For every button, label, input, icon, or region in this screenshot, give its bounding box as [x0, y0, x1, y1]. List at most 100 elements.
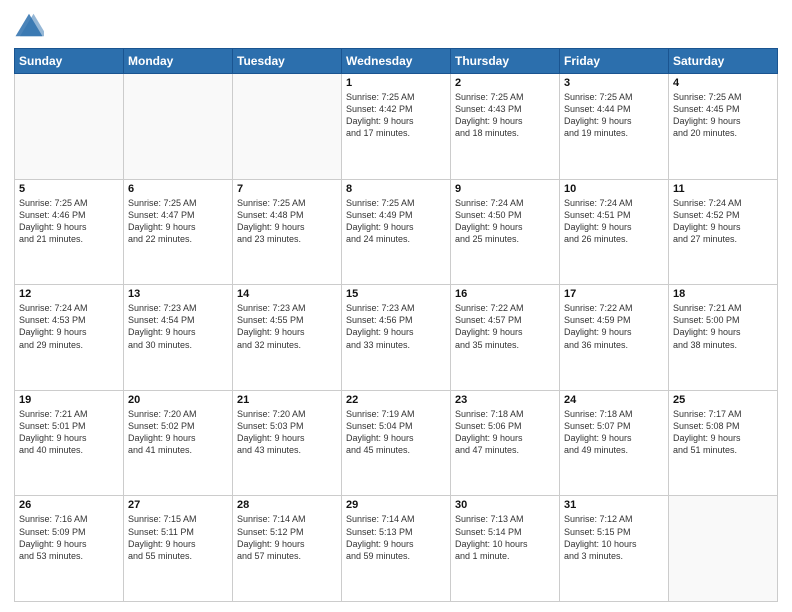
calendar-cell: 24 Sunrise: 7:18 AM Sunset: 5:07 PM Dayli…: [560, 390, 669, 496]
day-number: 18: [673, 288, 773, 300]
calendar-cell: 19Sunrise: 7:21 AM Sunset: 5:01 PM Dayli…: [15, 390, 124, 496]
day-number: 20: [128, 394, 228, 406]
day-number: 23: [455, 394, 555, 406]
day-detail: Sunrise: 7:23 AM Sunset: 4:56 PM Dayligh…: [346, 302, 446, 351]
weekday-header-saturday: Saturday: [669, 49, 778, 74]
day-number: 13: [128, 288, 228, 300]
weekday-header-thursday: Thursday: [451, 49, 560, 74]
day-number: 3: [564, 77, 664, 89]
calendar-cell: 15Sunrise: 7:23 AM Sunset: 4:56 PM Dayli…: [342, 285, 451, 391]
day-number: 7: [237, 183, 337, 195]
weekday-header-wednesday: Wednesday: [342, 49, 451, 74]
calendar-cell: 12 Sunrise: 7:24 AM Sunset: 4:53 PM Dayli…: [15, 285, 124, 391]
day-detail: Sunrise: 7:13 AM Sunset: 5:14 PM Dayligh…: [455, 513, 555, 562]
day-number: 8: [346, 183, 446, 195]
calendar-cell: 8 Sunrise: 7:25 AM Sunset: 4:49 PM Daylig…: [342, 179, 451, 285]
day-number: 6: [128, 183, 228, 195]
calendar-cell: [669, 496, 778, 602]
day-number: 17: [564, 288, 664, 300]
calendar-cell: 1Sunrise: 7:25 AM Sunset: 4:42 PM Daylig…: [342, 74, 451, 180]
day-number: 16: [455, 288, 555, 300]
day-detail: Sunrise: 7:24 AM Sunset: 4:50 PM Dayligh…: [455, 197, 555, 246]
calendar-cell: 18 Sunrise: 7:21 AM Sunset: 5:00 PM Dayli…: [669, 285, 778, 391]
week-row-0: 1Sunrise: 7:25 AM Sunset: 4:42 PM Daylig…: [15, 74, 778, 180]
day-detail: Sunrise: 7:25 AM Sunset: 4:43 PM Dayligh…: [455, 91, 555, 140]
day-number: 26: [19, 499, 119, 511]
week-row-1: 5Sunrise: 7:25 AM Sunset: 4:46 PM Daylig…: [15, 179, 778, 285]
calendar-cell: 7Sunrise: 7:25 AM Sunset: 4:48 PM Daylig…: [233, 179, 342, 285]
calendar-cell: 5Sunrise: 7:25 AM Sunset: 4:46 PM Daylig…: [15, 179, 124, 285]
calendar-cell: 17Sunrise: 7:22 AM Sunset: 4:59 PM Dayli…: [560, 285, 669, 391]
calendar-cell: [124, 74, 233, 180]
calendar-cell: 21 Sunrise: 7:20 AM Sunset: 5:03 PM Dayli…: [233, 390, 342, 496]
day-number: 12: [19, 288, 119, 300]
weekday-header-tuesday: Tuesday: [233, 49, 342, 74]
day-number: 5: [19, 183, 119, 195]
calendar-cell: 13 Sunrise: 7:23 AM Sunset: 4:54 PM Dayli…: [124, 285, 233, 391]
day-detail: Sunrise: 7:17 AM Sunset: 5:08 PM Dayligh…: [673, 408, 773, 457]
day-number: 10: [564, 183, 664, 195]
day-number: 14: [237, 288, 337, 300]
week-row-2: 12 Sunrise: 7:24 AM Sunset: 4:53 PM Dayli…: [15, 285, 778, 391]
day-detail: Sunrise: 7:18 AM Sunset: 5:06 PM Dayligh…: [455, 408, 555, 457]
calendar-cell: 2 Sunrise: 7:25 AM Sunset: 4:43 PM Daylig…: [451, 74, 560, 180]
day-detail: Sunrise: 7:15 AM Sunset: 5:11 PM Dayligh…: [128, 513, 228, 562]
logo-icon: [14, 10, 44, 40]
calendar-cell: 9 Sunrise: 7:24 AM Sunset: 4:50 PM Daylig…: [451, 179, 560, 285]
calendar-cell: [233, 74, 342, 180]
day-detail: Sunrise: 7:24 AM Sunset: 4:51 PM Dayligh…: [564, 197, 664, 246]
day-detail: Sunrise: 7:20 AM Sunset: 5:03 PM Dayligh…: [237, 408, 337, 457]
calendar-cell: [15, 74, 124, 180]
calendar-cell: 3 Sunrise: 7:25 AM Sunset: 4:44 PM Daylig…: [560, 74, 669, 180]
day-detail: Sunrise: 7:25 AM Sunset: 4:45 PM Dayligh…: [673, 91, 773, 140]
day-number: 4: [673, 77, 773, 89]
day-detail: Sunrise: 7:20 AM Sunset: 5:02 PM Dayligh…: [128, 408, 228, 457]
calendar-cell: 25Sunrise: 7:17 AM Sunset: 5:08 PM Dayli…: [669, 390, 778, 496]
day-detail: Sunrise: 7:25 AM Sunset: 4:49 PM Dayligh…: [346, 197, 446, 246]
calendar-cell: 28 Sunrise: 7:14 AM Sunset: 5:12 PM Dayli…: [233, 496, 342, 602]
calendar-cell: 26 Sunrise: 7:16 AM Sunset: 5:09 PM Dayli…: [15, 496, 124, 602]
day-detail: Sunrise: 7:25 AM Sunset: 4:42 PM Dayligh…: [346, 91, 446, 140]
day-detail: Sunrise: 7:23 AM Sunset: 4:55 PM Dayligh…: [237, 302, 337, 351]
weekday-header-monday: Monday: [124, 49, 233, 74]
day-number: 22: [346, 394, 446, 406]
calendar-cell: 11Sunrise: 7:24 AM Sunset: 4:52 PM Dayli…: [669, 179, 778, 285]
calendar-body: 1Sunrise: 7:25 AM Sunset: 4:42 PM Daylig…: [15, 74, 778, 602]
day-detail: Sunrise: 7:12 AM Sunset: 5:15 PM Dayligh…: [564, 513, 664, 562]
calendar-cell: 6Sunrise: 7:25 AM Sunset: 4:47 PM Daylig…: [124, 179, 233, 285]
calendar-cell: 16 Sunrise: 7:22 AM Sunset: 4:57 PM Dayli…: [451, 285, 560, 391]
day-detail: Sunrise: 7:25 AM Sunset: 4:44 PM Dayligh…: [564, 91, 664, 140]
calendar-cell: 4 Sunrise: 7:25 AM Sunset: 4:45 PM Daylig…: [669, 74, 778, 180]
weekday-header-friday: Friday: [560, 49, 669, 74]
calendar-cell: 14 Sunrise: 7:23 AM Sunset: 4:55 PM Dayli…: [233, 285, 342, 391]
day-number: 30: [455, 499, 555, 511]
calendar-cell: 30 Sunrise: 7:13 AM Sunset: 5:14 PM Dayli…: [451, 496, 560, 602]
calendar-cell: 22 Sunrise: 7:19 AM Sunset: 5:04 PM Dayli…: [342, 390, 451, 496]
week-row-3: 19Sunrise: 7:21 AM Sunset: 5:01 PM Dayli…: [15, 390, 778, 496]
day-detail: Sunrise: 7:21 AM Sunset: 5:01 PM Dayligh…: [19, 408, 119, 457]
calendar-cell: 23 Sunrise: 7:18 AM Sunset: 5:06 PM Dayli…: [451, 390, 560, 496]
day-detail: Sunrise: 7:19 AM Sunset: 5:04 PM Dayligh…: [346, 408, 446, 457]
day-detail: Sunrise: 7:18 AM Sunset: 5:07 PM Dayligh…: [564, 408, 664, 457]
day-number: 21: [237, 394, 337, 406]
day-detail: Sunrise: 7:14 AM Sunset: 5:13 PM Dayligh…: [346, 513, 446, 562]
header: [14, 10, 778, 40]
day-detail: Sunrise: 7:21 AM Sunset: 5:00 PM Dayligh…: [673, 302, 773, 351]
calendar-cell: 10 Sunrise: 7:24 AM Sunset: 4:51 PM Dayli…: [560, 179, 669, 285]
day-number: 24: [564, 394, 664, 406]
day-number: 31: [564, 499, 664, 511]
weekday-header-row: SundayMondayTuesdayWednesdayThursdayFrid…: [15, 49, 778, 74]
day-detail: Sunrise: 7:14 AM Sunset: 5:12 PM Dayligh…: [237, 513, 337, 562]
week-row-4: 26 Sunrise: 7:16 AM Sunset: 5:09 PM Dayli…: [15, 496, 778, 602]
calendar-cell: 27 Sunrise: 7:15 AM Sunset: 5:11 PM Dayli…: [124, 496, 233, 602]
day-detail: Sunrise: 7:22 AM Sunset: 4:57 PM Dayligh…: [455, 302, 555, 351]
day-number: 9: [455, 183, 555, 195]
day-detail: Sunrise: 7:24 AM Sunset: 4:52 PM Dayligh…: [673, 197, 773, 246]
day-number: 28: [237, 499, 337, 511]
day-detail: Sunrise: 7:23 AM Sunset: 4:54 PM Dayligh…: [128, 302, 228, 351]
day-number: 2: [455, 77, 555, 89]
day-detail: Sunrise: 7:24 AM Sunset: 4:53 PM Dayligh…: [19, 302, 119, 351]
day-detail: Sunrise: 7:16 AM Sunset: 5:09 PM Dayligh…: [19, 513, 119, 562]
calendar-table: SundayMondayTuesdayWednesdayThursdayFrid…: [14, 48, 778, 602]
day-number: 27: [128, 499, 228, 511]
